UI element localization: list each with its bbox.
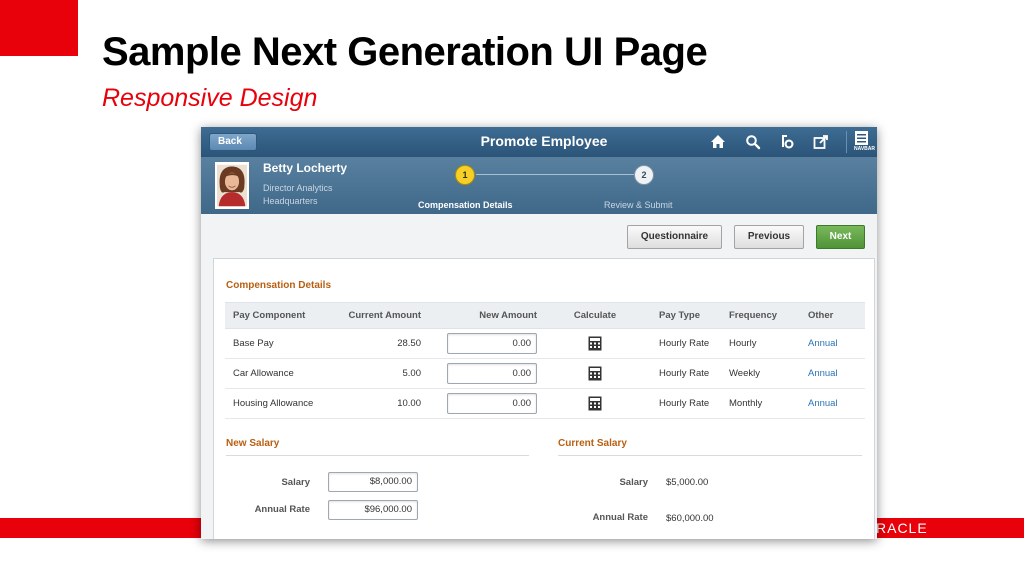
previous-button[interactable]: Previous — [734, 225, 804, 249]
column-header-frequency: Frequency — [722, 302, 801, 329]
pay-component-cell: Housing Allowance — [225, 388, 337, 419]
current-salary-value: $5,000.00 — [666, 477, 709, 488]
current-salary-label: Salary — [619, 477, 648, 488]
pay-type-cell: Hourly Rate — [649, 388, 722, 419]
pay-type-cell: Hourly Rate — [649, 328, 722, 359]
train-connector — [476, 174, 644, 175]
app-navbar: Back Promote Employee NAVBAR — [201, 127, 877, 157]
brand-red-square — [0, 0, 78, 56]
current-annual-rate-value: $60,000.00 — [666, 513, 714, 524]
new-salary-divider — [226, 455, 529, 456]
current-salary-divider — [558, 455, 862, 456]
table-row: Housing Allowance 10.00 Hourly Rate Mont… — [225, 388, 865, 419]
table-row: Base Pay 28.50 Hourly Rate Hourly Annual — [225, 328, 865, 359]
new-annual-rate-input[interactable]: $96,000.00 — [328, 500, 418, 520]
questionnaire-button[interactable]: Questionnaire — [627, 225, 722, 249]
pay-component-cell: Car Allowance — [225, 358, 337, 389]
new-salary-label: Salary — [281, 477, 310, 488]
table-header-row: Pay Component Current Amount New Amount … — [225, 302, 865, 329]
column-header-other: Other — [801, 302, 865, 329]
column-header-calculate: Calculate — [541, 302, 649, 329]
calculator-icon[interactable] — [588, 366, 602, 381]
app-screenshot: Back Promote Employee NAVBAR Betty Loche… — [201, 127, 877, 539]
new-annual-rate-label: Annual Rate — [254, 504, 310, 515]
navbar-label: NAVBAR — [854, 146, 876, 152]
column-header-current-amount: Current Amount — [337, 302, 433, 329]
other-annual-link[interactable]: Annual — [808, 398, 838, 409]
slide-title: Sample Next Generation UI Page — [102, 30, 708, 74]
pay-type-cell: Hourly Rate — [649, 358, 722, 389]
back-button[interactable]: Back — [209, 133, 257, 151]
current-amount-cell: 10.00 — [337, 388, 433, 419]
frequency-cell: Hourly — [722, 328, 801, 359]
current-amount-cell: 5.00 — [337, 358, 433, 389]
column-header-pay-type: Pay Type — [649, 302, 722, 329]
actions-icon[interactable] — [812, 133, 830, 151]
page-title: Promote Employee — [480, 133, 608, 149]
new-amount-input[interactable] — [447, 363, 537, 384]
frequency-cell: Monthly — [722, 388, 801, 419]
other-annual-link[interactable]: Annual — [808, 368, 838, 379]
next-button[interactable]: Next — [816, 225, 865, 249]
current-amount-cell: 28.50 — [337, 328, 433, 359]
employee-location: Headquarters — [263, 196, 318, 206]
new-amount-input[interactable] — [447, 333, 537, 354]
column-header-new-amount: New Amount — [433, 302, 541, 329]
calculator-icon[interactable] — [588, 396, 602, 411]
frequency-cell: Weekly — [722, 358, 801, 389]
navbar-divider — [846, 131, 847, 153]
current-salary-title: Current Salary — [558, 438, 627, 449]
compensation-section-title: Compensation Details — [226, 280, 332, 291]
employee-name: Betty Locherty — [263, 161, 348, 175]
calculator-icon[interactable] — [588, 336, 602, 351]
current-annual-rate-label: Annual Rate — [592, 512, 648, 523]
new-amount-input[interactable] — [447, 393, 537, 414]
search-icon[interactable] — [744, 133, 762, 151]
new-salary-title: New Salary — [226, 438, 280, 449]
train-step-compensation-label: Compensation Details — [418, 200, 513, 210]
compensation-table: Pay Component Current Amount New Amount … — [225, 302, 865, 419]
home-icon[interactable] — [709, 133, 727, 151]
employee-role: Director Analytics — [263, 183, 333, 193]
new-salary-input[interactable]: $8,000.00 — [328, 472, 418, 492]
notifications-icon[interactable] — [778, 133, 796, 151]
oracle-logo: RACLE — [876, 520, 928, 536]
other-annual-link[interactable]: Annual — [808, 338, 838, 349]
avatar — [215, 162, 249, 209]
table-row: Car Allowance 5.00 Hourly Rate Weekly An… — [225, 358, 865, 389]
slide-subtitle: Responsive Design — [102, 84, 318, 112]
pay-component-cell: Base Pay — [225, 328, 337, 359]
column-header-pay-component: Pay Component — [225, 302, 337, 329]
train-step-review-label: Review & Submit — [604, 200, 673, 210]
train-step-review[interactable]: 2 — [634, 165, 654, 185]
compensation-card: Compensation Details Pay Component Curre… — [213, 258, 875, 539]
train-step-compensation[interactable]: 1 — [455, 165, 475, 185]
